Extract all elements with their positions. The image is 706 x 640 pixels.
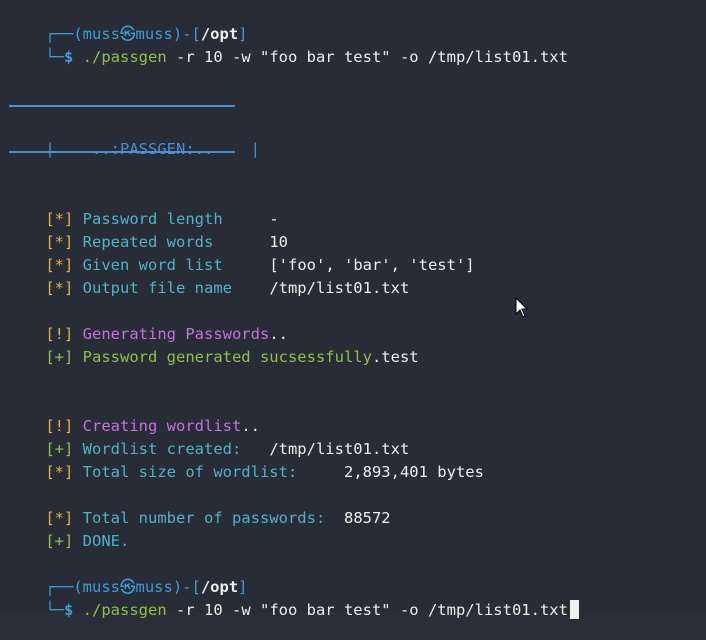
banner-top-rule	[9, 105, 235, 107]
status-marker: [*]	[45, 463, 74, 481]
command-name: ./passgen	[82, 48, 167, 66]
status-wordlist-created: [+] Wordlist created: /tmp/list01.txt	[8, 419, 409, 458]
prompt-dollar: $	[64, 48, 83, 66]
command-args: -r 10 -w "foo bar test" -o /tmp/list01.t…	[166, 48, 568, 66]
status-total-size: [*] Total size of wordlist: 2,893,401 by…	[8, 442, 484, 481]
prompt-line-top: ┌──(muss㉿muss)-[/opt]	[8, 4, 247, 43]
banner-right-bar: |	[250, 140, 260, 158]
prompt-line-command: └─$ ./passgen -r 10 -w "foo bar test" -o…	[8, 27, 568, 66]
status-done: [+] DONE.	[8, 511, 129, 550]
status-value: 88572	[343, 509, 391, 527]
status-suffix: .test	[371, 348, 419, 366]
status-generated: [+] Password generated sucsessfully.test	[8, 327, 418, 366]
prompt2-line-top: ┌──(muss㉿muss)-[/opt]	[8, 557, 247, 596]
prompt-dollar: $	[64, 601, 83, 619]
status-text: Password generated sucsessfully	[82, 348, 372, 366]
banner-bottom-rule	[9, 151, 235, 153]
status-text: DONE.	[82, 532, 130, 550]
banner: | ..:PASSGEN:.. |	[8, 119, 260, 158]
info-repeated-words: [*] Repeated words 10	[8, 212, 288, 251]
terminal-window[interactable]: ┌──(muss㉿muss)-[/opt] └─$ ./passgen -r 1…	[0, 0, 706, 619]
info-label: Output file name	[82, 279, 232, 297]
status-label: Total size of wordlist:	[82, 463, 298, 481]
info-given-word-list: [*] Given word list ['foo', 'bar', 'test…	[8, 235, 474, 274]
info-value: /tmp/list01.txt	[269, 279, 410, 297]
mouse-pointer-icon	[515, 297, 529, 318]
banner-left-bar: |	[45, 140, 55, 158]
status-marker: [+]	[45, 532, 74, 550]
command-name: ./passgen	[82, 601, 167, 619]
status-creating: [!] Creating wordlist..	[8, 396, 260, 435]
prompt2-line-command[interactable]: └─$ ./passgen -r 10 -w "foo bar test" -o…	[8, 580, 579, 619]
info-output-file: [*] Output file name /tmp/list01.txt	[8, 258, 409, 297]
status-total-passwords: [*] Total number of passwords: 88572	[8, 488, 390, 527]
info-marker: [*]	[45, 279, 74, 297]
status-marker: [+]	[45, 348, 74, 366]
info-password-length: [*] Password length -	[8, 189, 278, 228]
prompt-frame-bottom: └─	[45, 48, 64, 66]
text-cursor	[569, 600, 579, 619]
status-generating: [!] Generating Passwords..	[8, 304, 288, 343]
command-args: -r 10 -w "foo bar test" -o /tmp/list01.t…	[166, 601, 568, 619]
status-value: 2,893,401 bytes	[343, 463, 484, 481]
banner-title: ..:PASSGEN:..	[92, 140, 214, 158]
prompt-frame-bottom: └─	[45, 601, 64, 619]
